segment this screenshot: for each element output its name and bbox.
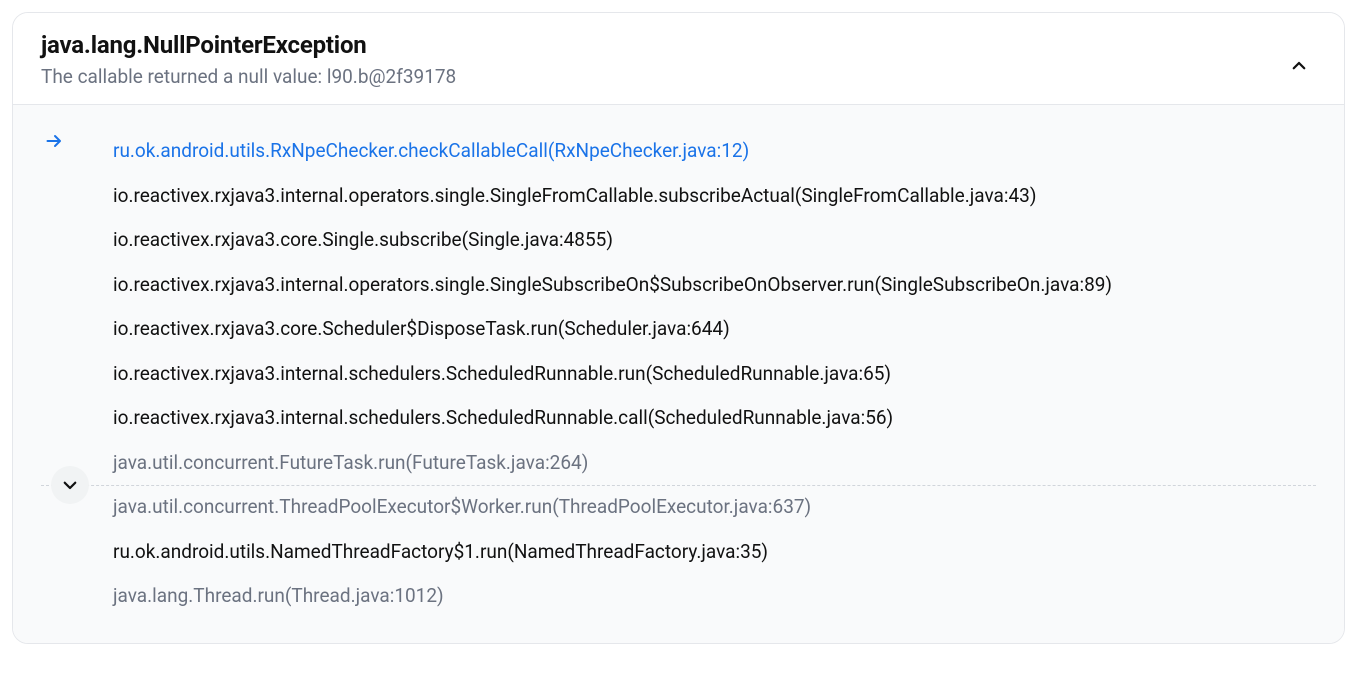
stack-frame: io.reactivex.rxjava3.core.Scheduler$Disp… <box>41 307 1316 352</box>
exception-header[interactable]: java.lang.NullPointerException The calla… <box>13 13 1344 104</box>
chevron-down-icon <box>61 476 79 494</box>
stack-frame: io.reactivex.rxjava3.core.Single.subscri… <box>41 218 1316 263</box>
arrow-right-icon <box>45 131 65 151</box>
header-text-block: java.lang.NullPointerException The calla… <box>41 31 1282 88</box>
frame-icon-column <box>41 218 113 220</box>
frame-icon-column <box>41 396 113 398</box>
stack-frame-text: io.reactivex.rxjava3.internal.schedulers… <box>113 352 1316 397</box>
frame-icon-column <box>41 129 113 151</box>
stack-frame: io.reactivex.rxjava3.internal.operators.… <box>41 174 1316 219</box>
stack-frame-text: io.reactivex.rxjava3.internal.operators.… <box>113 263 1316 308</box>
stack-frame: io.reactivex.rxjava3.internal.schedulers… <box>41 352 1316 397</box>
stack-trace-body: ru.ok.android.utils.RxNpeChecker.checkCa… <box>13 104 1344 643</box>
stack-frame-text: java.lang.Thread.run(Thread.java:1012) <box>113 574 1316 619</box>
stack-frame: java.lang.Thread.run(Thread.java:1012) <box>41 574 1316 619</box>
collapse-button[interactable] <box>1282 49 1316 83</box>
stack-frame: ru.ok.android.utils.NamedThreadFactory$1… <box>41 530 1316 575</box>
stack-frame: java.util.concurrent.FutureTask.run(Futu… <box>41 441 1316 486</box>
stack-frame-text: java.util.concurrent.ThreadPoolExecutor$… <box>113 485 1316 530</box>
exception-card: java.lang.NullPointerException The calla… <box>12 12 1345 644</box>
frame-icon-column <box>41 307 113 309</box>
stack-frame-text: io.reactivex.rxjava3.core.Scheduler$Disp… <box>113 307 1316 352</box>
exception-subtitle: The callable returned a null value: l90.… <box>41 65 1282 88</box>
frame-icon-column <box>41 530 113 532</box>
stack-frame[interactable]: ru.ok.android.utils.RxNpeChecker.checkCa… <box>41 129 1316 174</box>
stack-frame: io.reactivex.rxjava3.internal.schedulers… <box>41 396 1316 441</box>
frame-icon-column <box>41 174 113 176</box>
stack-frame-text[interactable]: ru.ok.android.utils.RxNpeChecker.checkCa… <box>113 129 1316 174</box>
frame-icon-column <box>41 441 113 443</box>
exception-title: java.lang.NullPointerException <box>41 31 1282 59</box>
chevron-up-icon <box>1290 57 1308 75</box>
stack-frame-text: io.reactivex.rxjava3.internal.operators.… <box>113 174 1316 219</box>
frame-icon-column <box>41 352 113 354</box>
frame-icon-column <box>41 263 113 265</box>
stack-frame-text: io.reactivex.rxjava3.internal.schedulers… <box>113 396 1316 441</box>
stack-frame-text: ru.ok.android.utils.NamedThreadFactory$1… <box>113 530 1316 575</box>
stack-frame: io.reactivex.rxjava3.internal.operators.… <box>41 263 1316 308</box>
expand-frames-button[interactable] <box>51 466 89 504</box>
stack-frame-text: io.reactivex.rxjava3.core.Single.subscri… <box>113 218 1316 263</box>
frame-icon-column <box>41 574 113 576</box>
stack-frame: java.util.concurrent.ThreadPoolExecutor$… <box>41 485 1316 530</box>
stack-frame-text: java.util.concurrent.FutureTask.run(Futu… <box>113 441 1316 486</box>
